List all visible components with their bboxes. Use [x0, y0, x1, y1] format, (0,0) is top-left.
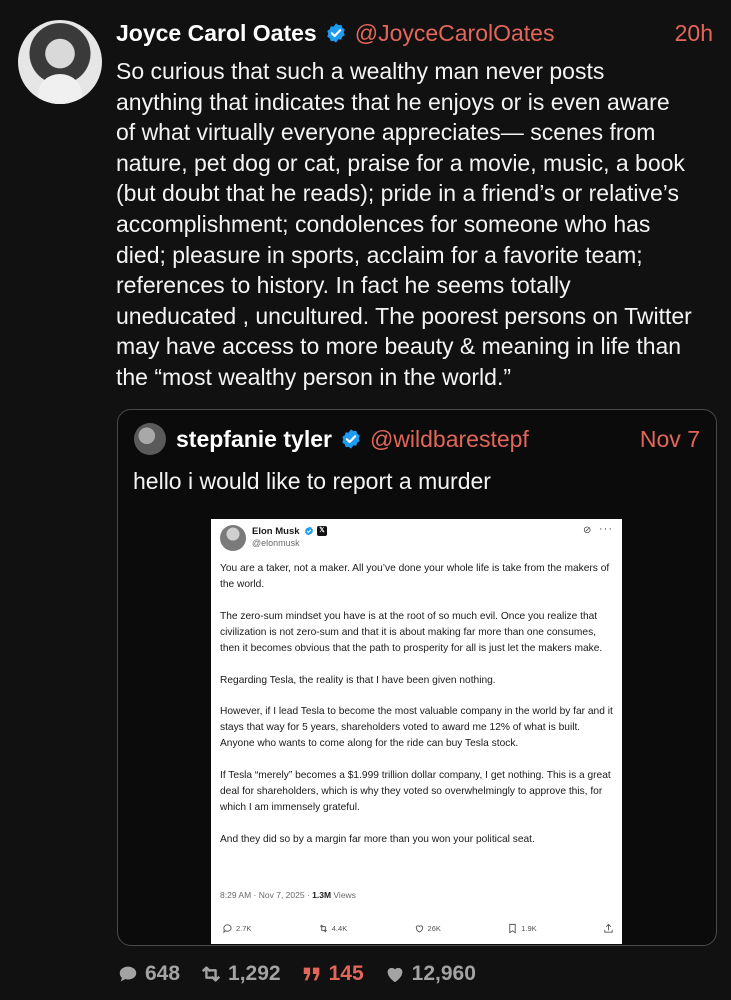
embedded-author-handle: @elonmusk: [252, 538, 300, 548]
embedded-views-label: Views: [331, 890, 356, 900]
embedded-author-avatar: [220, 525, 246, 551]
embedded-reply-count: 2.7K: [236, 924, 252, 933]
embedded-paragraph: If Tesla “merely” becomes a $1.999 trill…: [220, 770, 611, 813]
embedded-paragraph: You are a taker, not a maker. All you’ve…: [220, 563, 610, 590]
embedded-bookmark-count: 1.9K: [521, 924, 537, 933]
reply-icon: [223, 924, 232, 934]
embedded-time: 8:29 AM · Nov 7, 2025 ·: [220, 890, 313, 900]
quoted-author-handle[interactable]: @wildbarestepf: [370, 426, 529, 453]
quote-icon: [303, 967, 319, 981]
share-icon: [604, 923, 613, 933]
reply-icon: [119, 966, 137, 982]
quoted-post-time[interactable]: Nov 7: [640, 426, 700, 453]
embedded-paragraph: The zero-sum mindset you have is at the …: [220, 610, 603, 654]
embedded-paragraph: Regarding Tesla, the reality is that I h…: [220, 674, 496, 686]
reply-count: 648: [145, 962, 181, 985]
like-button[interactable]: 12,960: [384, 962, 476, 986]
embedded-reply: 2.7K: [222, 923, 251, 934]
embedded-views-count: 1.3M: [312, 890, 332, 900]
verified-badge-icon: [305, 526, 313, 536]
like-icon: [415, 925, 423, 933]
post-text: So curious that such a wealthy man never…: [116, 58, 692, 390]
quote-button[interactable]: 145: [301, 962, 364, 986]
embedded-like: 26K: [414, 923, 441, 934]
quoted-post-text: hello i would like to report a murder: [133, 468, 491, 494]
embedded-repost: 4.4K: [318, 923, 347, 934]
verified-badge-icon: [342, 429, 360, 449]
more-icon: ···: [599, 523, 613, 535]
embedded-paragraph: However, if I lead Tesla to become the m…: [220, 706, 613, 750]
like-icon: [387, 967, 402, 983]
embedded-share: [603, 923, 614, 934]
embedded-bookmark: 1.9K: [507, 923, 537, 934]
quoted-post[interactable]: stepfanie tyler @wildbarestepf Nov 7 hel…: [117, 409, 717, 946]
x-logo-icon: 𝕏: [317, 526, 327, 536]
repost-count: 1,292: [228, 962, 281, 985]
author-handle[interactable]: @JoyceCarolOates: [355, 20, 555, 47]
embedded-screenshot[interactable]: Elon Musk 𝕏 @elonmusk ⊘ ··· You are a ta…: [211, 519, 622, 944]
bookmark-icon: [509, 923, 516, 934]
repost-button[interactable]: 1,292: [200, 962, 281, 986]
quoted-post-header: stepfanie tyler @wildbarestepf Nov 7: [176, 424, 700, 454]
embedded-post-text: You are a taker, not a maker. All you’ve…: [220, 561, 616, 864]
quoted-author-name[interactable]: stepfanie tyler: [176, 426, 332, 453]
embedded-timestamp: 8:29 AM · Nov 7, 2025 · 1.3M Views: [220, 890, 356, 900]
repost-icon: [319, 924, 327, 933]
post-action-bar: 648 1,292 145 12,960: [117, 960, 496, 988]
quoted-author-avatar[interactable]: [134, 423, 166, 455]
embedded-paragraph: And they did so by a margin far more tha…: [220, 833, 535, 845]
post-time[interactable]: 20h: [675, 20, 713, 47]
repost-icon: [201, 966, 221, 982]
reply-button[interactable]: 648: [117, 962, 180, 986]
embedded-repost-count: 4.4K: [331, 924, 348, 933]
embedded-action-bar: 2.7K 4.4K 26K 1.9K: [222, 923, 614, 934]
verified-badge-icon: [327, 23, 345, 43]
grok-icon: ⊘: [583, 525, 592, 536]
embedded-like-count: 26K: [427, 924, 441, 933]
author-name[interactable]: Joyce Carol Oates: [116, 20, 317, 47]
quote-count: 145: [328, 962, 364, 985]
embedded-author-name: Elon Musk: [252, 526, 300, 537]
post-header: Joyce Carol Oates @JoyceCarolOates 20h: [116, 17, 713, 49]
like-count: 12,960: [411, 962, 476, 985]
author-avatar[interactable]: [18, 20, 102, 104]
